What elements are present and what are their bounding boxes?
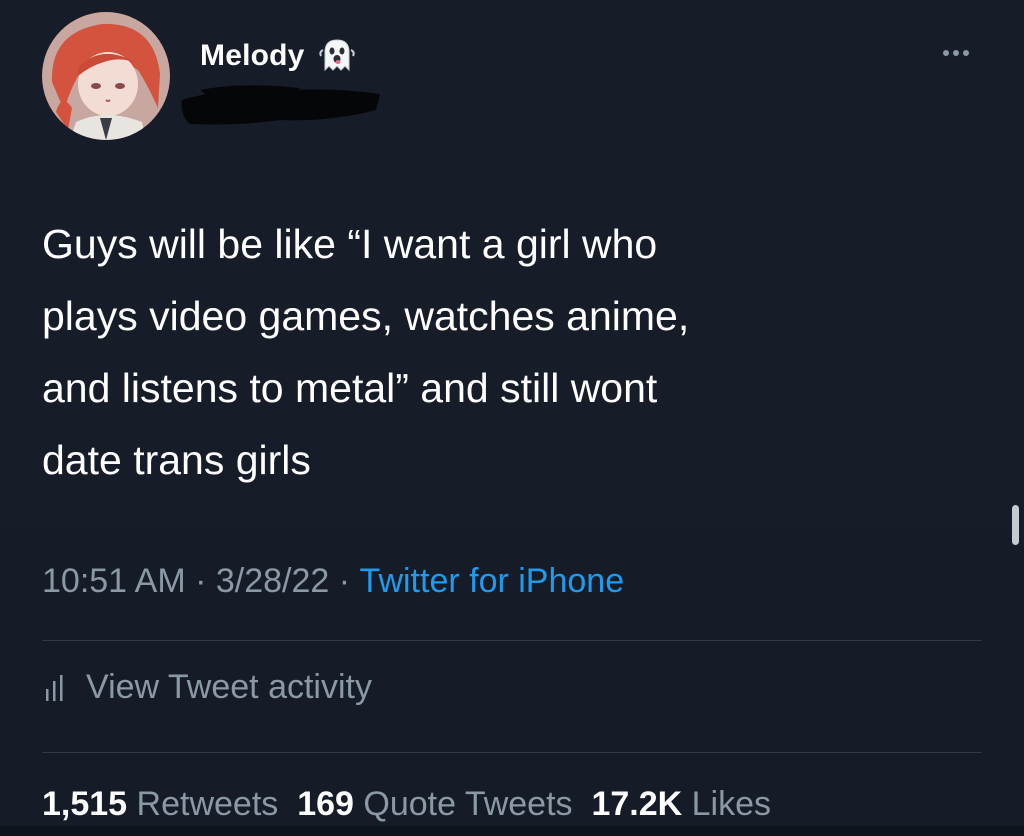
tweet-stats: 1,515 Retweets 169 Quote Tweets 17.2K Li… bbox=[42, 785, 771, 824]
likes-label: Likes bbox=[691, 785, 772, 823]
more-dot-icon bbox=[943, 50, 949, 56]
retweets-stat[interactable]: 1,515 Retweets bbox=[42, 785, 278, 824]
redacted-username bbox=[181, 85, 380, 125]
tweet-source-link[interactable]: Twitter for iPhone bbox=[360, 562, 625, 601]
ghost-emoji-icon bbox=[318, 39, 355, 72]
retweets-label: Retweets bbox=[136, 785, 279, 823]
more-options-button[interactable] bbox=[936, 38, 976, 68]
view-tweet-activity-button[interactable]: View Tweet activity bbox=[42, 668, 372, 707]
tweet-time[interactable]: 10:51 AM bbox=[42, 562, 186, 601]
tweet-card: Melody Guys will be like “I want a girl … bbox=[0, 0, 1024, 836]
more-dot-icon bbox=[953, 50, 959, 56]
quote-tweets-count: 169 bbox=[297, 785, 354, 823]
tweet-text-line: and listens to metal” and still wont bbox=[42, 365, 658, 411]
view-tweet-activity-label: View Tweet activity bbox=[86, 668, 372, 706]
meta-separator: · bbox=[329, 562, 360, 600]
bottom-edge bbox=[0, 826, 1024, 836]
avatar[interactable] bbox=[42, 12, 170, 140]
tweet-text-line: plays video games, watches anime, bbox=[42, 293, 690, 339]
user-header: Melody bbox=[200, 36, 357, 76]
tweet-text-line: Guys will be like “I want a girl who bbox=[42, 221, 658, 267]
tweet-text-line: date trans girls bbox=[42, 437, 311, 483]
meta-separator: · bbox=[185, 562, 216, 600]
tweet-date[interactable]: 3/28/22 bbox=[216, 562, 329, 601]
divider bbox=[42, 640, 982, 641]
display-name[interactable]: Melody bbox=[200, 39, 305, 73]
scrollbar-thumb[interactable] bbox=[1012, 505, 1019, 545]
divider bbox=[42, 752, 982, 753]
likes-stat[interactable]: 17.2K Likes bbox=[591, 785, 771, 824]
tweet-metadata: 10:51 AM · 3/28/22 · Twitter for iPhone bbox=[42, 562, 624, 601]
avatar-illustration bbox=[42, 12, 170, 140]
likes-count: 17.2K bbox=[591, 785, 683, 823]
quote-tweets-stat[interactable]: 169 Quote Tweets bbox=[297, 785, 572, 824]
more-dot-icon bbox=[963, 50, 969, 56]
retweets-count: 1,515 bbox=[42, 785, 128, 823]
tweet-text: Guys will be like “I want a girl who pla… bbox=[42, 208, 962, 496]
quote-tweets-label: Quote Tweets bbox=[363, 785, 573, 823]
bar-chart-icon bbox=[46, 674, 63, 701]
